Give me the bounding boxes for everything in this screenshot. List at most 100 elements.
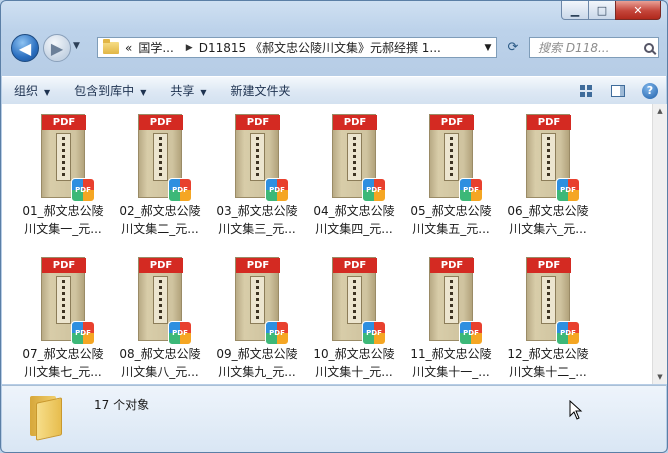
pdf-band: PDF [430, 115, 474, 130]
book-title-slip [444, 133, 459, 181]
file-item[interactable]: PDF PDF 07_郝文忠公陵 川文集七_元... [16, 247, 110, 381]
file-name: 04_郝文忠公陵 川文集四_元... [307, 202, 401, 238]
file-name: 12_郝文忠公陵 川文集十二_... [501, 345, 595, 381]
folder-icon [30, 396, 64, 441]
search-icon [644, 42, 654, 53]
file-list[interactable]: PDF PDF 01_郝文忠公陵 川文集一_元... PDF PDF 02_郝文忠公陵 川文集… [2, 104, 652, 384]
book-title-slip [250, 133, 265, 181]
maximize-button[interactable]: □ [588, 1, 616, 20]
file-item[interactable]: PDF PDF 12_郝文忠公陵 川文集十二_... [501, 247, 595, 381]
new-folder-button[interactable]: 新建文件夹 [219, 82, 303, 99]
details-pane: 17 个对象 [2, 385, 666, 452]
share-button[interactable]: 共享 ▼ [158, 82, 218, 99]
pdf-file-icon: PDF [362, 321, 386, 345]
file-name-line-1: 01_郝文忠公陵 [22, 204, 104, 218]
file-item[interactable]: PDF PDF 05_郝文忠公陵 川文集五_元... [404, 104, 498, 238]
preview-pane-button[interactable] [606, 81, 630, 101]
file-name-line-2: 川文集九_元... [218, 365, 296, 379]
command-bar: 组织 ▼ 包含到库中 ▼ 共享 ▼ 新建文件夹 ? [2, 76, 666, 105]
chevron-down-icon: ▼ [73, 41, 80, 51]
forward-arrow-icon: ▶ [50, 38, 64, 58]
file-name-line-2: 川文集七_元... [24, 365, 102, 379]
minimize-button[interactable]: ▁ [561, 1, 589, 20]
file-item[interactable]: PDF PDF 06_郝文忠公陵 川文集六_元... [501, 104, 595, 238]
file-item[interactable]: PDF PDF 09_郝文忠公陵 川文集九_元... [210, 247, 304, 381]
new-folder-label: 新建文件夹 [230, 84, 291, 98]
file-item[interactable]: PDF PDF 10_郝文忠公陵 川文集十_元... [307, 247, 401, 381]
breadcrumb-item-guoxue[interactable]: 国学... [138, 39, 173, 56]
address-dropdown-icon[interactable]: ▼ [479, 42, 496, 53]
pdf-file-icon: PDF [362, 178, 386, 202]
pdf-file-icon: PDF [459, 321, 483, 345]
book-title-slip [541, 276, 556, 324]
refresh-button[interactable]: ⟳ [501, 37, 525, 58]
help-icon: ? [642, 82, 658, 99]
preview-pane-icon [611, 84, 625, 97]
book-title-slip [250, 276, 265, 324]
file-name: 05_郝文忠公陵 川文集五_元... [404, 202, 498, 238]
file-name-line-1: 12_郝文忠公陵 [507, 347, 589, 361]
view-grid-icon [580, 84, 592, 97]
close-button[interactable]: ✕ [615, 1, 661, 20]
navigation-bar: ◀ ▶ ▼ « 国学... ▶ D11815 《郝文忠公陵川文集》元郝经撰 1.… [9, 32, 659, 62]
pdf-band: PDF [139, 258, 183, 273]
file-name-line-2: 川文集一_元... [24, 222, 102, 236]
pdf-band: PDF [527, 115, 571, 130]
file-name-line-1: 05_郝文忠公陵 [410, 204, 492, 218]
file-name: 01_郝文忠公陵 川文集一_元... [16, 202, 110, 238]
pdf-thumbnail: PDF PDF [41, 257, 95, 345]
file-item[interactable]: PDF PDF 02_郝文忠公陵 川文集二_元... [113, 104, 207, 238]
chevron-down-icon: ▼ [44, 88, 51, 97]
pdf-file-icon: PDF [556, 321, 580, 345]
pdf-file-icon: PDF [168, 321, 192, 345]
breadcrumb-item-current[interactable]: D11815 《郝文忠公陵川文集》元郝经撰 1... [199, 39, 441, 56]
include-in-library-button[interactable]: 包含到库中 ▼ [62, 82, 158, 99]
address-bar[interactable]: « 国学... ▶ D11815 《郝文忠公陵川文集》元郝经撰 1... ▼ [97, 37, 497, 58]
file-item[interactable]: PDF PDF 11_郝文忠公陵 川文集十一_... [404, 247, 498, 381]
pdf-band: PDF [527, 258, 571, 273]
file-item[interactable]: PDF PDF 08_郝文忠公陵 川文集八_元... [113, 247, 207, 381]
pdf-thumbnail: PDF PDF [235, 114, 289, 202]
help-button[interactable]: ? [638, 81, 662, 101]
file-name-line-2: 川文集二_元... [121, 222, 199, 236]
back-button[interactable]: ◀ [11, 34, 39, 62]
search-input[interactable]: 搜索 D118... [529, 37, 659, 58]
pdf-file-icon: PDF [556, 178, 580, 202]
book-title-slip [56, 133, 71, 181]
pdf-file-icon: PDF [71, 321, 95, 345]
pdf-thumbnail: PDF PDF [138, 257, 192, 345]
file-name: 03_郝文忠公陵 川文集三_元... [210, 202, 304, 238]
breadcrumb-overflow[interactable]: « [125, 41, 132, 55]
book-title-slip [347, 133, 362, 181]
file-name-line-1: 02_郝文忠公陵 [119, 204, 201, 218]
recent-pages-dropdown[interactable]: ▼ [73, 41, 80, 51]
book-title-slip [56, 276, 71, 324]
mouse-cursor-icon [569, 400, 583, 420]
pdf-thumbnail: PDF PDF [429, 257, 483, 345]
pdf-file-icon: PDF [265, 178, 289, 202]
scroll-down-icon[interactable]: ▼ [653, 370, 667, 384]
change-view-button[interactable] [574, 81, 598, 101]
back-arrow-icon: ◀ [18, 38, 32, 58]
pdf-band: PDF [42, 258, 86, 273]
file-item[interactable]: PDF PDF 04_郝文忠公陵 川文集四_元... [307, 104, 401, 238]
pdf-file-icon: PDF [265, 321, 289, 345]
search-placeholder: 搜索 D118... [538, 41, 610, 55]
share-label: 共享 [170, 84, 195, 98]
pdf-thumbnail: PDF PDF [41, 114, 95, 202]
pdf-file-icon: PDF [459, 178, 483, 202]
pdf-file-icon: PDF [71, 178, 95, 202]
file-item[interactable]: PDF PDF 01_郝文忠公陵 川文集一_元... [16, 104, 110, 238]
pdf-band: PDF [42, 115, 86, 130]
file-item[interactable]: PDF PDF 03_郝文忠公陵 川文集三_元... [210, 104, 304, 238]
scroll-up-icon[interactable]: ▲ [653, 104, 667, 118]
file-name-line-2: 川文集十_元... [315, 365, 393, 379]
pdf-thumbnail: PDF PDF [526, 114, 580, 202]
file-name-line-1: 07_郝文忠公陵 [22, 347, 104, 361]
forward-button[interactable]: ▶ [43, 34, 71, 62]
file-name-line-2: 川文集十二_... [509, 365, 587, 379]
breadcrumb-separator-icon[interactable]: ▶ [186, 43, 193, 53]
file-name-line-2: 川文集四_元... [315, 222, 393, 236]
organize-button[interactable]: 组织 ▼ [2, 82, 62, 99]
vertical-scrollbar[interactable]: ▲ ▼ [652, 104, 667, 384]
